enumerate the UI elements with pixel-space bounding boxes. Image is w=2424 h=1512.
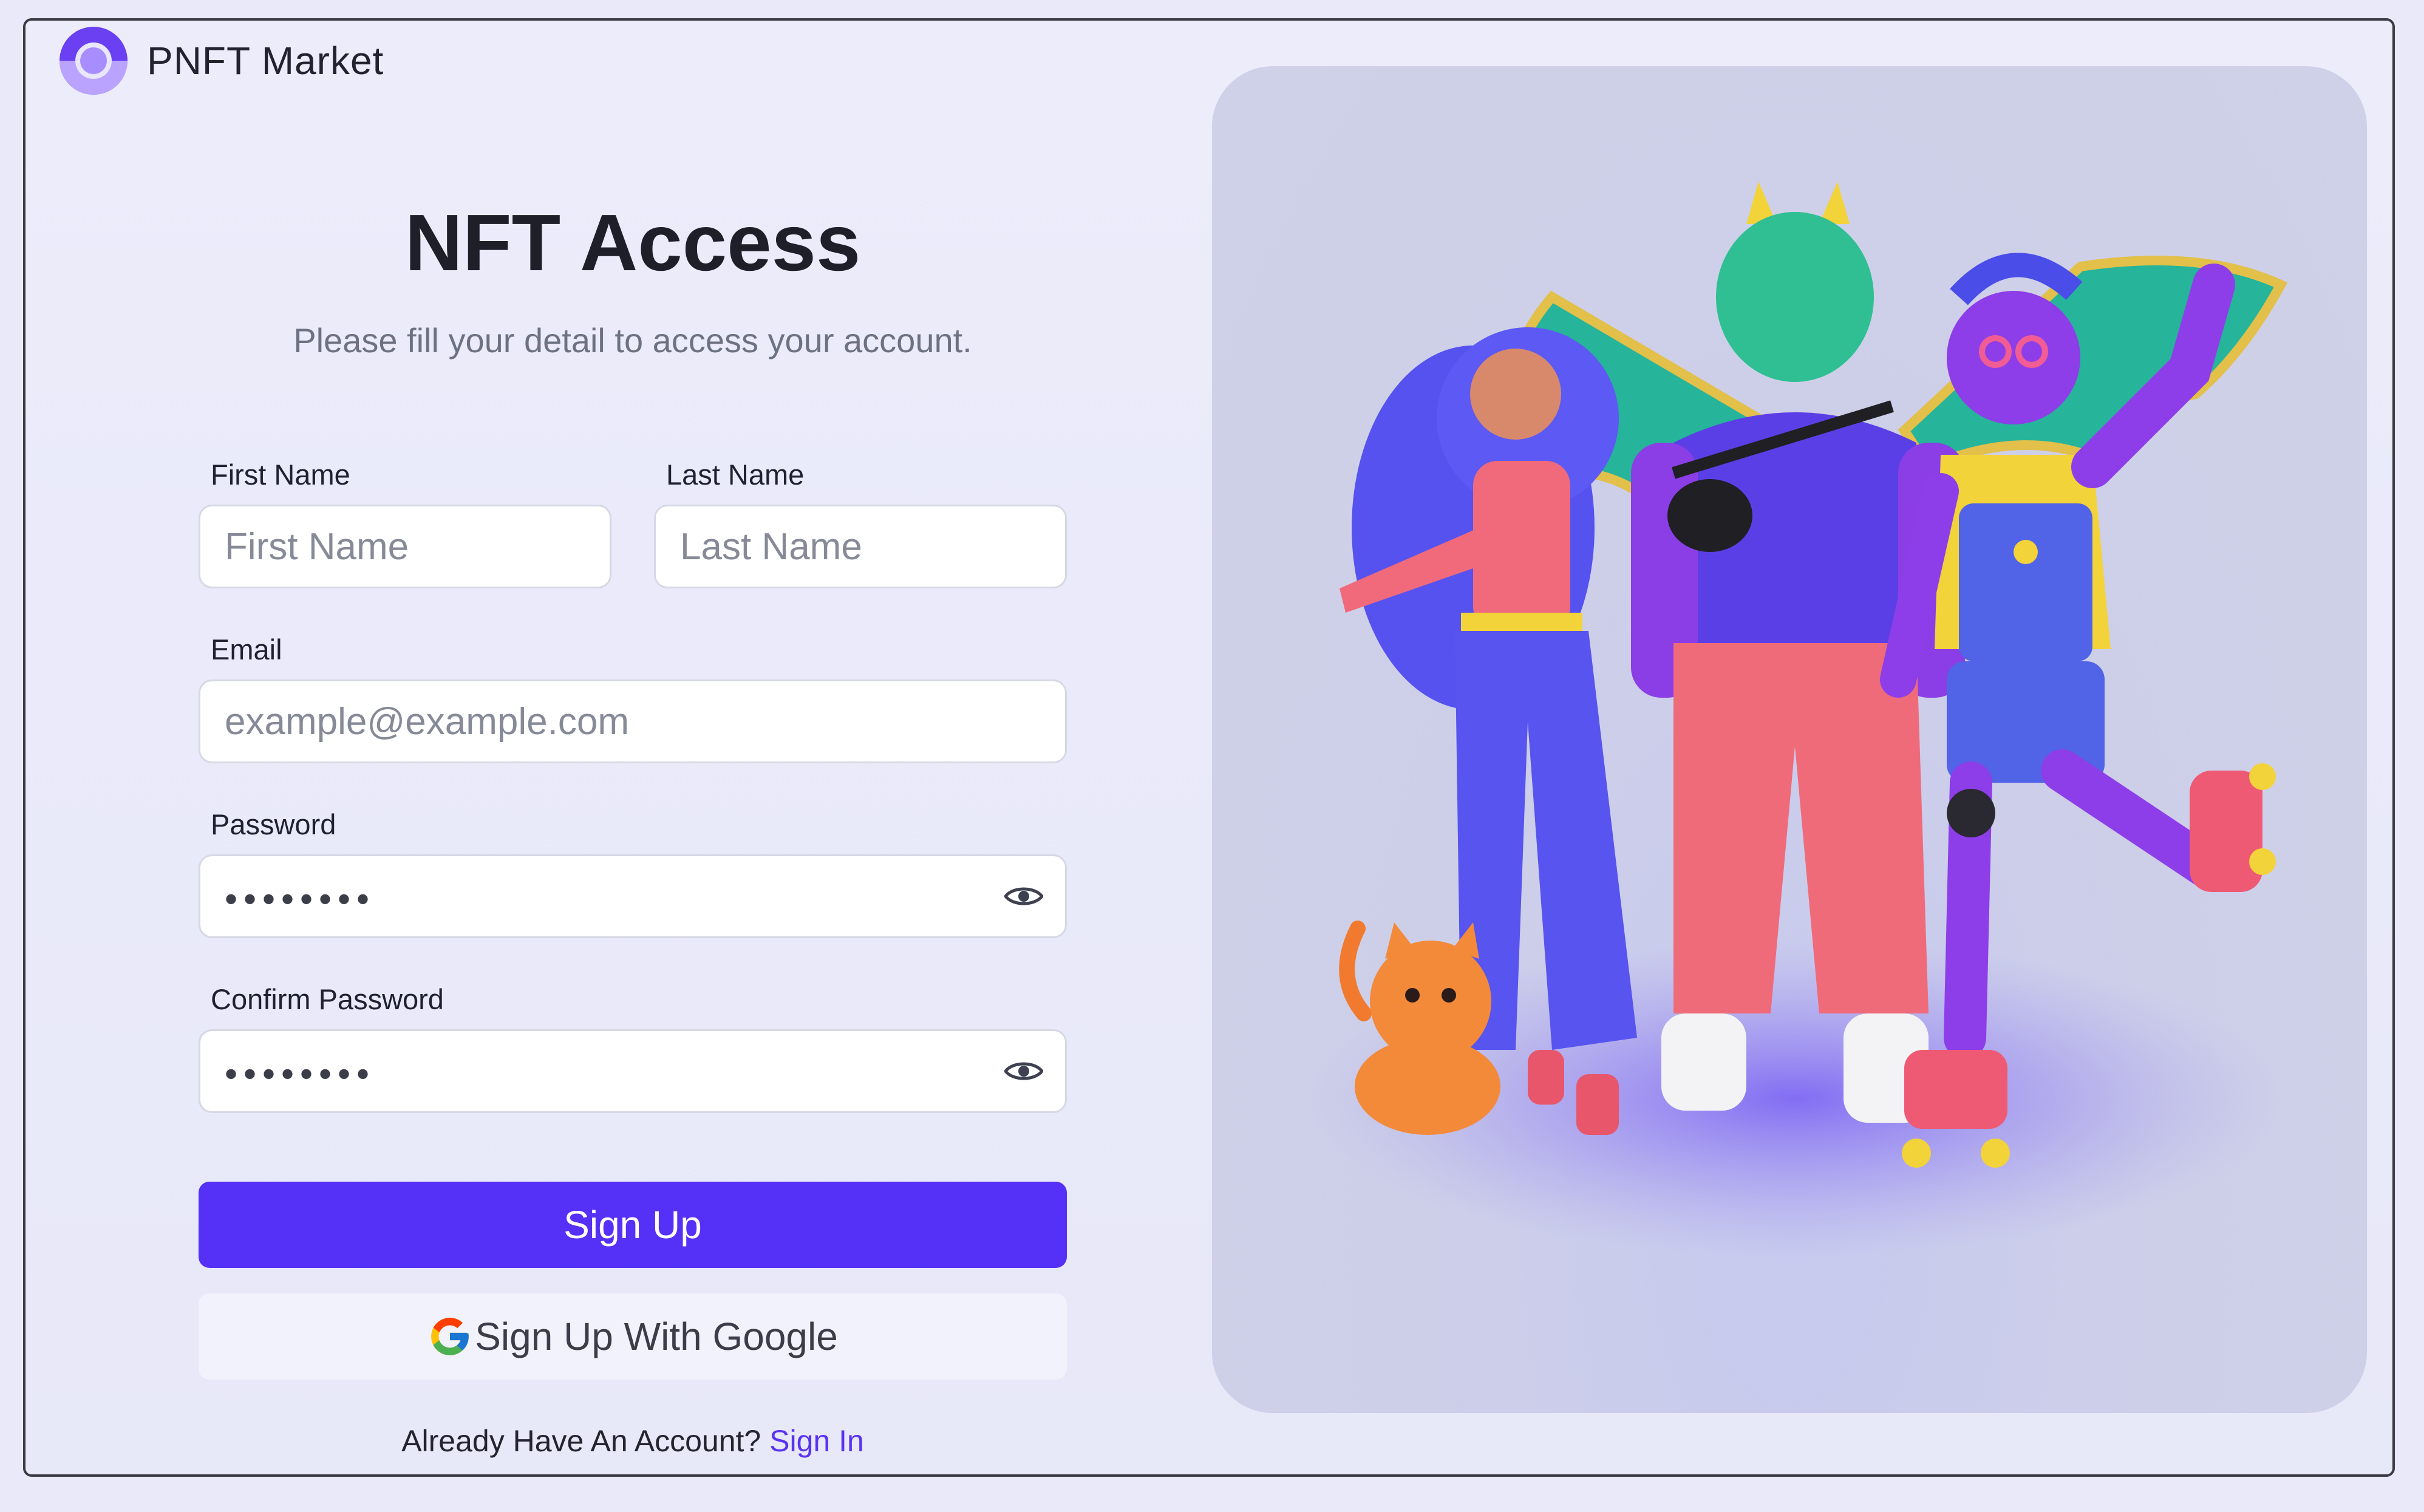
- signin-prompt-line: Already Have An Account? Sign In: [199, 1423, 1067, 1459]
- eye-icon[interactable]: [1004, 1059, 1043, 1083]
- google-icon: [431, 1318, 469, 1355]
- password-group: Password ••••••••: [199, 808, 1067, 938]
- last-name-label: Last Name: [666, 458, 805, 491]
- email-label: Email: [211, 633, 282, 666]
- first-name-label: First Name: [211, 458, 350, 491]
- brand-logo-icon: [60, 27, 128, 95]
- page-subtitle: Please fill your detail to access your a…: [293, 321, 972, 359]
- eye-icon[interactable]: [1004, 884, 1043, 908]
- email-placeholder: example@example.com: [225, 700, 629, 743]
- last-name-placeholder: Last Name: [680, 525, 862, 568]
- last-name-group: Last Name Last Name: [654, 458, 1067, 588]
- page-title: NFT Access: [404, 198, 861, 287]
- signin-prompt: Already Have An Account?: [401, 1424, 761, 1458]
- first-name-input[interactable]: First Name: [199, 505, 611, 588]
- brand-name: PNFT Market: [147, 39, 384, 83]
- sign-up-label: Sign Up: [563, 1203, 702, 1247]
- confirm-password-masked-value: ••••••••: [225, 1053, 376, 1094]
- password-label: Password: [211, 808, 336, 840]
- name-row: First Name First Name Last Name Last Nam…: [199, 458, 1067, 588]
- characters-illustration: [1309, 182, 2288, 1256]
- google-sign-up-button[interactable]: Sign Up With Google: [199, 1293, 1067, 1380]
- password-masked-value: ••••••••: [225, 878, 376, 919]
- illustration-panel: [1212, 66, 2367, 1413]
- email-group: Email example@example.com: [199, 633, 1067, 763]
- confirm-password-label: Confirm Password: [211, 983, 444, 1015]
- confirm-password-group: Confirm Password ••••••••: [199, 982, 1067, 1113]
- first-name-placeholder: First Name: [225, 525, 409, 568]
- last-name-input[interactable]: Last Name: [654, 505, 1067, 588]
- google-sign-up-label: Sign Up With Google: [475, 1315, 838, 1358]
- password-input[interactable]: ••••••••: [199, 854, 1067, 938]
- first-name-group: First Name First Name: [199, 458, 611, 588]
- sign-in-link[interactable]: Sign In: [769, 1424, 864, 1458]
- email-input[interactable]: example@example.com: [199, 679, 1067, 763]
- signup-form: NFT Access Please fill your detail to ac…: [199, 198, 1067, 1458]
- app-window: PNFT Market NFT Access Please fill your …: [23, 18, 2395, 1477]
- confirm-password-input[interactable]: ••••••••: [199, 1029, 1067, 1113]
- sign-up-button[interactable]: Sign Up: [199, 1182, 1067, 1268]
- brand[interactable]: PNFT Market: [58, 26, 384, 96]
